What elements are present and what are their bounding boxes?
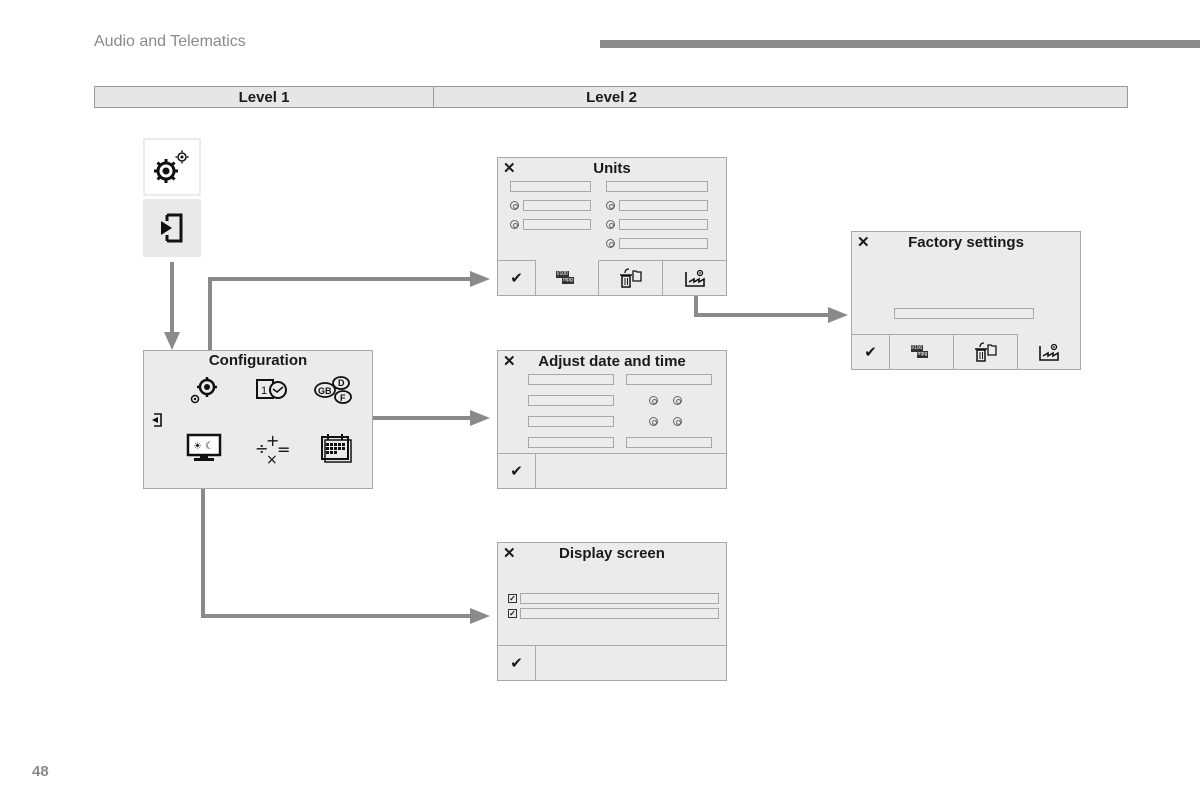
languages-button[interactable]: GB D F <box>312 373 356 407</box>
system-settings-icon <box>190 377 217 404</box>
display-screen-footer: ✔ <box>498 645 726 680</box>
factory-settings-icon <box>684 269 705 287</box>
units-footer: ✔ l/100 mpg <box>498 260 726 295</box>
languages-icon: GB D F <box>314 376 352 404</box>
delete-data-tab[interactable] <box>954 335 1018 369</box>
svg-text:=: = <box>277 440 290 459</box>
date-time-panel: ✕ Adjust date and time ✔ <box>497 350 727 489</box>
factory-settings-icon <box>1039 343 1059 361</box>
units-tab[interactable]: l/100 mpg <box>536 260 599 295</box>
arrow-head-factory <box>828 307 848 323</box>
units-option[interactable] <box>619 238 708 249</box>
factory-footer: ✔ l/100 mpg <box>852 334 1080 369</box>
time-field[interactable] <box>626 437 712 448</box>
units-calculator-icon: ÷ + × = <box>255 432 290 466</box>
units-title: Units <box>593 160 631 177</box>
svg-text:F: F <box>340 393 346 403</box>
confirm-button[interactable]: ✔ <box>498 261 536 295</box>
date-time-radio[interactable] <box>649 396 658 405</box>
calendar-icon <box>321 434 352 463</box>
confirm-button[interactable]: ✔ <box>498 454 536 488</box>
display-option-checkbox[interactable]: ✓ <box>508 594 517 603</box>
confirm-icon: ✔ <box>510 655 523 672</box>
date-field[interactable] <box>528 437 614 448</box>
arrow-head-display <box>470 608 490 624</box>
display-screen-title: Display screen <box>559 545 665 562</box>
units-radio[interactable] <box>510 201 519 210</box>
configuration-title: Configuration <box>208 352 308 369</box>
units-radio[interactable] <box>606 220 615 229</box>
arrow-units-to-factory <box>694 293 830 317</box>
factory-settings-title: Factory settings <box>908 234 1024 251</box>
factory-settings-panel: ✕ Factory settings ✔ l/100 mpg <box>851 231 1081 370</box>
confirm-icon: ✔ <box>510 463 523 480</box>
enter-menu-icon <box>161 213 183 243</box>
date-field[interactable] <box>528 374 614 385</box>
factory-settings-tab[interactable] <box>663 261 726 295</box>
date-field[interactable] <box>528 416 614 427</box>
units-radio[interactable] <box>606 201 615 210</box>
svg-text:×: × <box>266 452 278 466</box>
arrow-head-units <box>470 271 490 287</box>
date-time-radio[interactable] <box>649 417 658 426</box>
date-time-radio[interactable] <box>673 396 682 405</box>
footer-empty <box>536 454 726 488</box>
delete-data-tab[interactable] <box>599 261 663 295</box>
arrow-config-to-display <box>201 470 472 618</box>
units-radio[interactable] <box>510 220 519 229</box>
arrow-head-datetime <box>470 410 490 426</box>
units-option[interactable] <box>619 219 708 230</box>
units-field[interactable] <box>510 181 591 192</box>
svg-text:☀: ☀ <box>193 441 202 452</box>
confirm-button[interactable]: ✔ <box>852 335 890 369</box>
units-tab[interactable]: l/100 mpg <box>890 335 954 369</box>
date-time-footer: ✔ <box>498 453 726 488</box>
display-screen-icon: ☀ ☾ <box>186 433 222 461</box>
date-time-radio[interactable] <box>673 417 682 426</box>
configuration-panel: Configuration 1 GB D F ☀ ☾ ÷ + × = <box>143 350 373 489</box>
units-mpg-icon: l/100 mpg <box>556 271 574 284</box>
units-panel: ✕ Units ✔ l/100 mpg <box>497 157 727 296</box>
units-option[interactable] <box>619 200 708 211</box>
confirm-button[interactable]: ✔ <box>498 646 536 680</box>
delete-data-icon <box>619 268 642 288</box>
system-settings-button[interactable] <box>184 373 224 407</box>
date-field[interactable] <box>528 395 614 406</box>
svg-text:☾: ☾ <box>205 441 214 452</box>
date-digit: 1 <box>261 385 267 397</box>
delete-data-icon <box>974 342 997 362</box>
settings-tile[interactable] <box>143 138 201 196</box>
units-mpg-icon: l/100 mpg <box>910 345 929 358</box>
arrow-head-entry <box>164 332 180 350</box>
date-time-title: Adjust date and time <box>538 353 686 370</box>
confirm-icon: ✔ <box>510 270 523 287</box>
back-button[interactable] <box>148 411 164 429</box>
footer-empty <box>536 646 726 680</box>
display-option[interactable] <box>520 593 719 604</box>
confirm-icon: ✔ <box>864 344 877 361</box>
svg-text:D: D <box>338 378 345 388</box>
display-option[interactable] <box>520 608 719 619</box>
display-screen-panel: ✕ Display screen ✓ ✓ ✔ <box>497 542 727 681</box>
factory-settings-tab[interactable] <box>1018 334 1080 369</box>
svg-text:GB: GB <box>318 386 332 396</box>
units-radio[interactable] <box>606 239 615 248</box>
enter-menu-tile[interactable] <box>143 199 201 257</box>
units-option[interactable] <box>523 200 591 211</box>
date-time-button[interactable]: 1 <box>252 375 292 405</box>
date-time-icon: 1 <box>256 379 287 399</box>
calendar-button[interactable] <box>316 431 356 465</box>
factory-reset-progress <box>894 308 1034 319</box>
display-option-checkbox[interactable]: ✓ <box>508 609 517 618</box>
units-button[interactable]: ÷ + × = <box>252 431 292 467</box>
units-field[interactable] <box>606 181 708 192</box>
page-number: 48 <box>32 763 49 780</box>
time-field[interactable] <box>626 374 712 385</box>
settings-gears-icon <box>154 150 189 183</box>
display-screen-button[interactable]: ☀ ☾ <box>184 431 224 465</box>
back-icon <box>152 413 162 427</box>
units-option[interactable] <box>523 219 591 230</box>
